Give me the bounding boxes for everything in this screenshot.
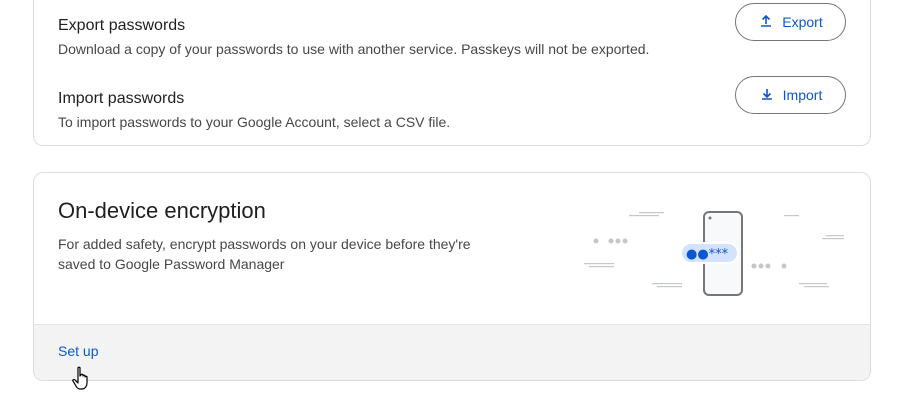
masked-password-text: ●●*** (686, 247, 729, 262)
export-row: Export passwords Download a copy of your… (58, 3, 846, 77)
import-row: Import passwords To import passwords to … (58, 76, 846, 150)
export-description: Download a copy of your passwords to use… (58, 41, 650, 57)
import-description: To import passwords to your Google Accou… (58, 114, 451, 130)
download-icon (759, 86, 775, 105)
export-button[interactable]: Export (735, 3, 846, 41)
encryption-description: For added safety, encrypt passwords on y… (58, 236, 471, 272)
password-actions-card: Export passwords Download a copy of your… (33, 0, 871, 146)
export-title: Export passwords (58, 17, 186, 34)
import-title: Import passwords (58, 90, 185, 107)
encryption-footer: Set up (34, 324, 870, 380)
on-device-encryption-card: On-device encryption For added safety, e… (33, 172, 871, 381)
export-button-label: Export (782, 14, 823, 30)
upload-icon (758, 13, 774, 32)
encryption-illustration: ●●*** (584, 211, 844, 296)
import-button[interactable]: Import (735, 76, 846, 114)
hand-pointer-icon (72, 366, 88, 390)
set-up-link[interactable]: Set up (58, 343, 98, 359)
encryption-title: On-device encryption (58, 198, 266, 223)
import-button-label: Import (782, 87, 823, 103)
